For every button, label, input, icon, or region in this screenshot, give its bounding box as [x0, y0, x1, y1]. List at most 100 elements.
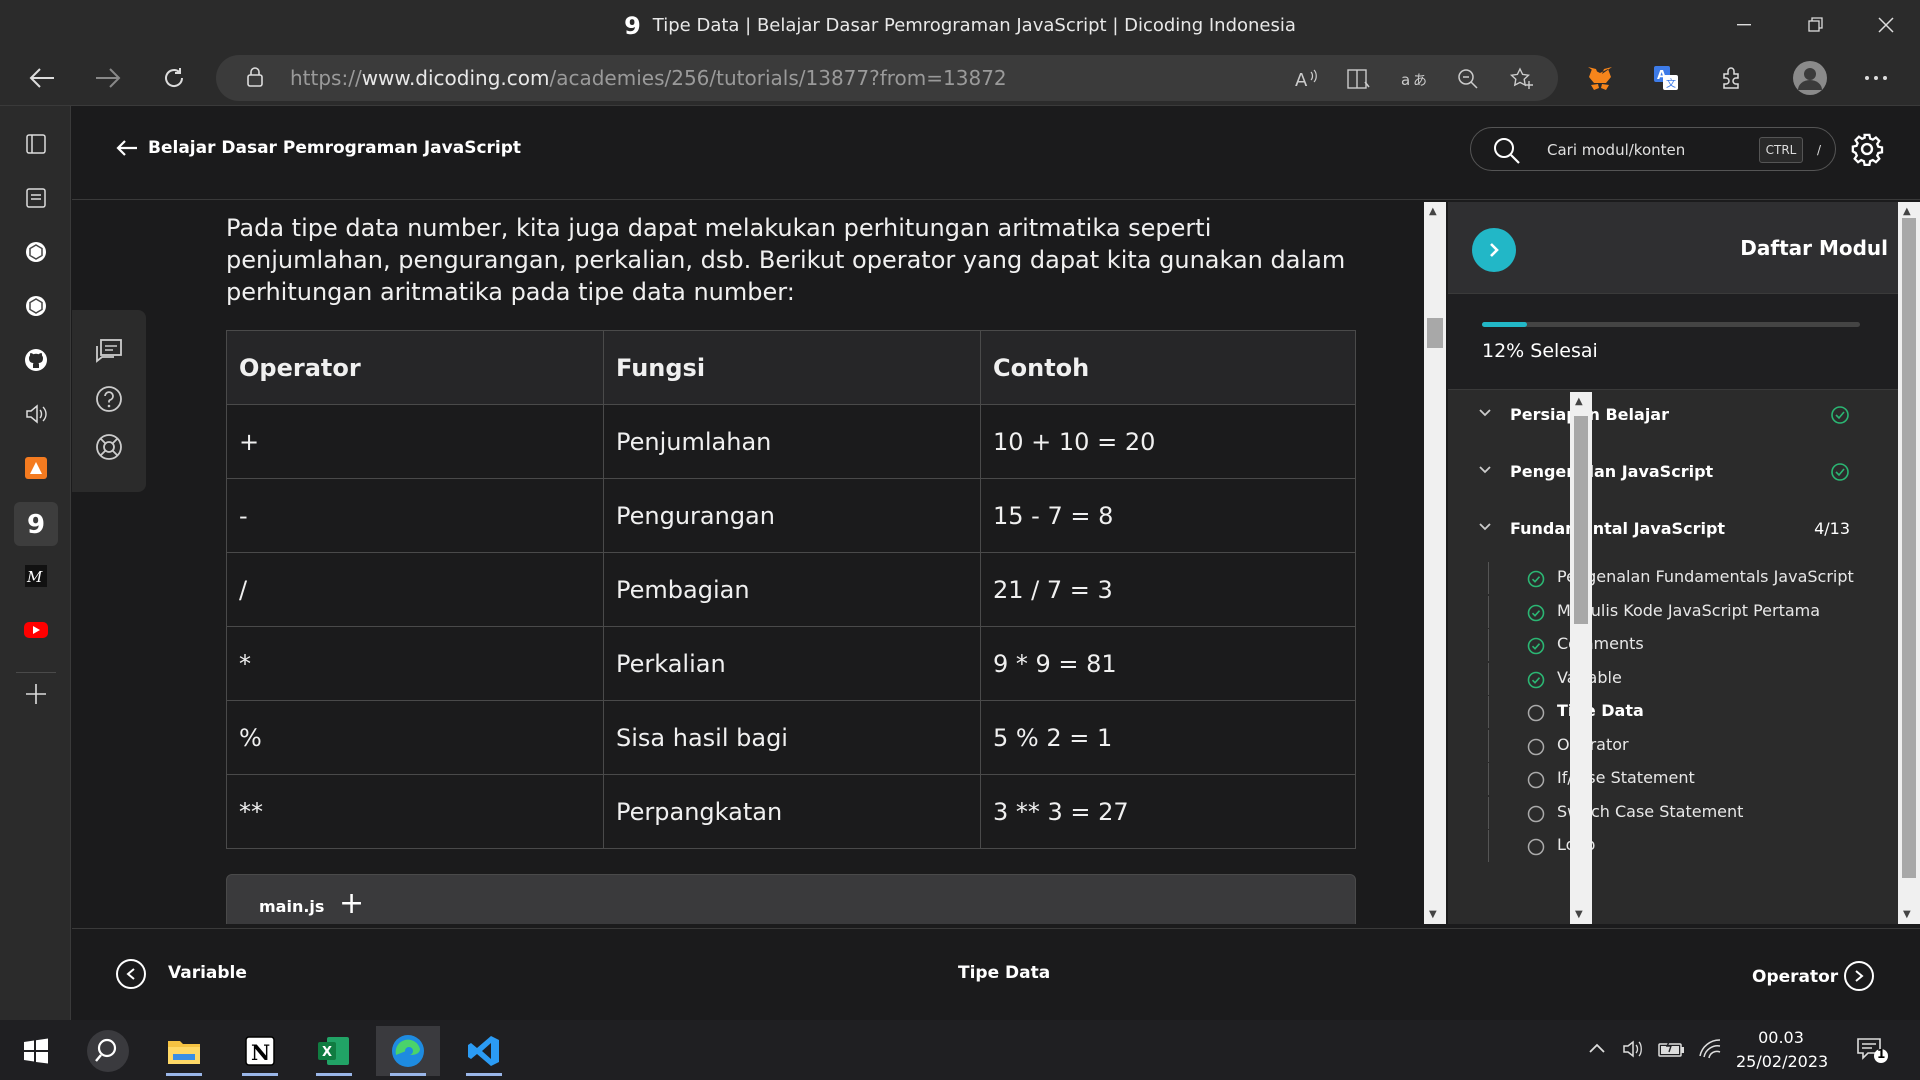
table-cell: Perpangkatan	[603, 774, 981, 849]
minimize-button[interactable]	[1714, 0, 1774, 50]
window-title-text: Tipe Data | Belajar Dasar Pemrograman Ja…	[652, 15, 1296, 36]
code-editor: main.js +	[226, 874, 1356, 924]
empty-circle-icon	[1527, 738, 1545, 756]
forward-button[interactable]	[88, 58, 128, 98]
page-scrollbar[interactable]: ▲ ▼	[1898, 202, 1920, 924]
check-circle-icon	[1527, 671, 1545, 689]
translate-icon[interactable]: aあ	[1400, 65, 1428, 93]
windows-start-icon[interactable]	[4, 1026, 68, 1076]
address-bar[interactable]: https://www.dicoding.com/academies/256/t…	[216, 55, 1558, 101]
dicoding-app-icon[interactable]: 9	[14, 502, 58, 546]
module-item[interactable]: If/Else Statement	[1488, 763, 1868, 795]
scroll-up-arrow-icon[interactable]: ▲	[1575, 396, 1583, 407]
previous-lesson-label[interactable]: Variable	[168, 963, 247, 983]
svg-text:あ: あ	[1413, 73, 1427, 89]
url-text[interactable]: https://www.dicoding.com/academies/256/t…	[290, 66, 1007, 90]
module-item-active[interactable]: Tipe Data	[1488, 696, 1868, 728]
metamask-extension-icon[interactable]	[1586, 64, 1614, 92]
scroll-down-arrow-icon[interactable]: ▼	[1575, 909, 1583, 920]
more-menu-icon[interactable]	[1862, 64, 1890, 92]
table-cell: /	[226, 552, 604, 627]
read-aloud-icon[interactable]: A	[1292, 65, 1320, 93]
battery-icon[interactable]	[1658, 1038, 1686, 1064]
tab-actions-icon[interactable]	[18, 126, 54, 162]
dicoding-favicon-icon: 9	[624, 12, 641, 40]
table-row: % Sisa hasil bagi 5 % 2 = 1	[226, 700, 1356, 775]
collapse-panel-button[interactable]	[1472, 228, 1516, 272]
github-icon[interactable]	[18, 342, 54, 378]
back-to-course-link[interactable]: Belajar Dasar Pemrograman JavaScript	[116, 138, 521, 158]
chatgpt-icon-2[interactable]	[18, 288, 54, 324]
restore-button[interactable]	[1786, 0, 1846, 50]
office-app-icon[interactable]	[18, 450, 54, 486]
favorite-add-icon[interactable]	[1508, 65, 1536, 93]
refresh-button[interactable]	[154, 58, 194, 98]
module-section-current[interactable]: Fundamental JavaScript 4/13	[1448, 508, 1868, 548]
scroll-down-arrow-icon[interactable]: ▼	[1429, 909, 1437, 920]
windows-taskbar: N X 00.03 25/02/2023 1	[0, 1020, 1920, 1080]
module-list-scrollbar[interactable]: ▲ ▼	[1570, 392, 1592, 924]
edge-browser-icon[interactable]	[376, 1026, 440, 1076]
module-item[interactable]: Switch Case Statement	[1488, 797, 1868, 829]
scroll-down-arrow-icon[interactable]: ▼	[1903, 909, 1911, 920]
chatgpt-icon[interactable]	[18, 234, 54, 270]
module-scrollbar-thumb[interactable]	[1574, 416, 1588, 624]
previous-lesson-button[interactable]	[116, 959, 146, 989]
add-file-button[interactable]: +	[339, 889, 364, 919]
module-item[interactable]: Menulis Kode JavaScript Pertama	[1488, 596, 1868, 628]
clock-date: 25/02/2023	[1736, 1052, 1829, 1071]
module-item[interactable]: Loop	[1488, 830, 1868, 862]
module-item[interactable]: Operator	[1488, 730, 1868, 762]
settings-gear-icon[interactable]	[1850, 132, 1884, 166]
back-button[interactable]	[22, 58, 62, 98]
page-scrollbar-thumb[interactable]	[1902, 218, 1916, 878]
zoom-out-icon[interactable]	[1454, 65, 1482, 93]
intro-paragraph: Pada tipe data number, kita juga dapat m…	[226, 214, 1346, 306]
profile-avatar[interactable]	[1792, 60, 1828, 96]
file-explorer-icon[interactable]	[152, 1026, 216, 1076]
speaker-icon[interactable]	[18, 396, 54, 432]
table-cell: 5 % 2 = 1	[980, 700, 1356, 775]
module-item[interactable]: Pengenalan Fundamentals JavaScript	[1488, 562, 1868, 594]
table-cell: 21 / 7 = 3	[980, 552, 1356, 627]
svg-text:9: 9	[27, 510, 45, 538]
help-icon[interactable]	[92, 382, 126, 416]
next-lesson-button[interactable]	[1844, 961, 1874, 991]
module-section[interactable]: Persiapan Belajar	[1448, 394, 1868, 434]
content-scrollbar-thumb[interactable]	[1427, 318, 1443, 348]
collections-icon[interactable]	[18, 180, 54, 216]
volume-icon[interactable]	[1622, 1038, 1646, 1064]
close-window-button[interactable]	[1856, 0, 1916, 50]
discussion-icon[interactable]	[92, 334, 126, 368]
extensions-icon[interactable]	[1718, 64, 1746, 92]
scroll-up-arrow-icon[interactable]: ▲	[1903, 206, 1911, 217]
module-item[interactable]: Comments	[1488, 629, 1868, 661]
module-section[interactable]: Pengenalan JavaScript	[1448, 451, 1868, 491]
medium-icon[interactable]: M	[18, 558, 54, 594]
translator-extension-icon[interactable]: A文	[1652, 64, 1680, 92]
youtube-icon[interactable]	[18, 612, 54, 648]
chevron-down-icon	[1479, 409, 1491, 417]
lock-icon[interactable]	[246, 66, 264, 92]
clock-time: 00.03	[1758, 1028, 1804, 1047]
search-box[interactable]: Cari modul/konten CTRL /	[1470, 127, 1836, 171]
content-scrollbar[interactable]: ▲ ▼	[1424, 202, 1446, 924]
excel-icon[interactable]: X	[302, 1026, 366, 1076]
add-sidebar-app-icon[interactable]	[18, 676, 54, 712]
notification-center-icon[interactable]: 1	[1856, 1036, 1890, 1068]
scroll-up-arrow-icon[interactable]: ▲	[1429, 206, 1437, 217]
vscode-icon[interactable]	[452, 1026, 516, 1076]
wifi-icon[interactable]	[1698, 1038, 1722, 1064]
table-cell: 3 ** 3 = 27	[980, 774, 1356, 849]
support-lifebuoy-icon[interactable]	[92, 430, 126, 464]
taskbar-clock[interactable]: 00.03 25/02/2023	[1736, 1026, 1829, 1074]
svg-text:N: N	[251, 1040, 270, 1065]
next-lesson-label[interactable]: Operator	[1752, 967, 1838, 987]
code-file-tab[interactable]: main.js	[259, 897, 324, 916]
notion-icon[interactable]: N	[228, 1026, 292, 1076]
check-circle-icon	[1831, 406, 1849, 424]
module-item[interactable]: Variable	[1488, 663, 1868, 695]
chevron-up-icon[interactable]	[1586, 1038, 1608, 1064]
search-taskbar-icon[interactable]	[76, 1026, 140, 1076]
immersive-reader-icon[interactable]	[1346, 65, 1374, 93]
